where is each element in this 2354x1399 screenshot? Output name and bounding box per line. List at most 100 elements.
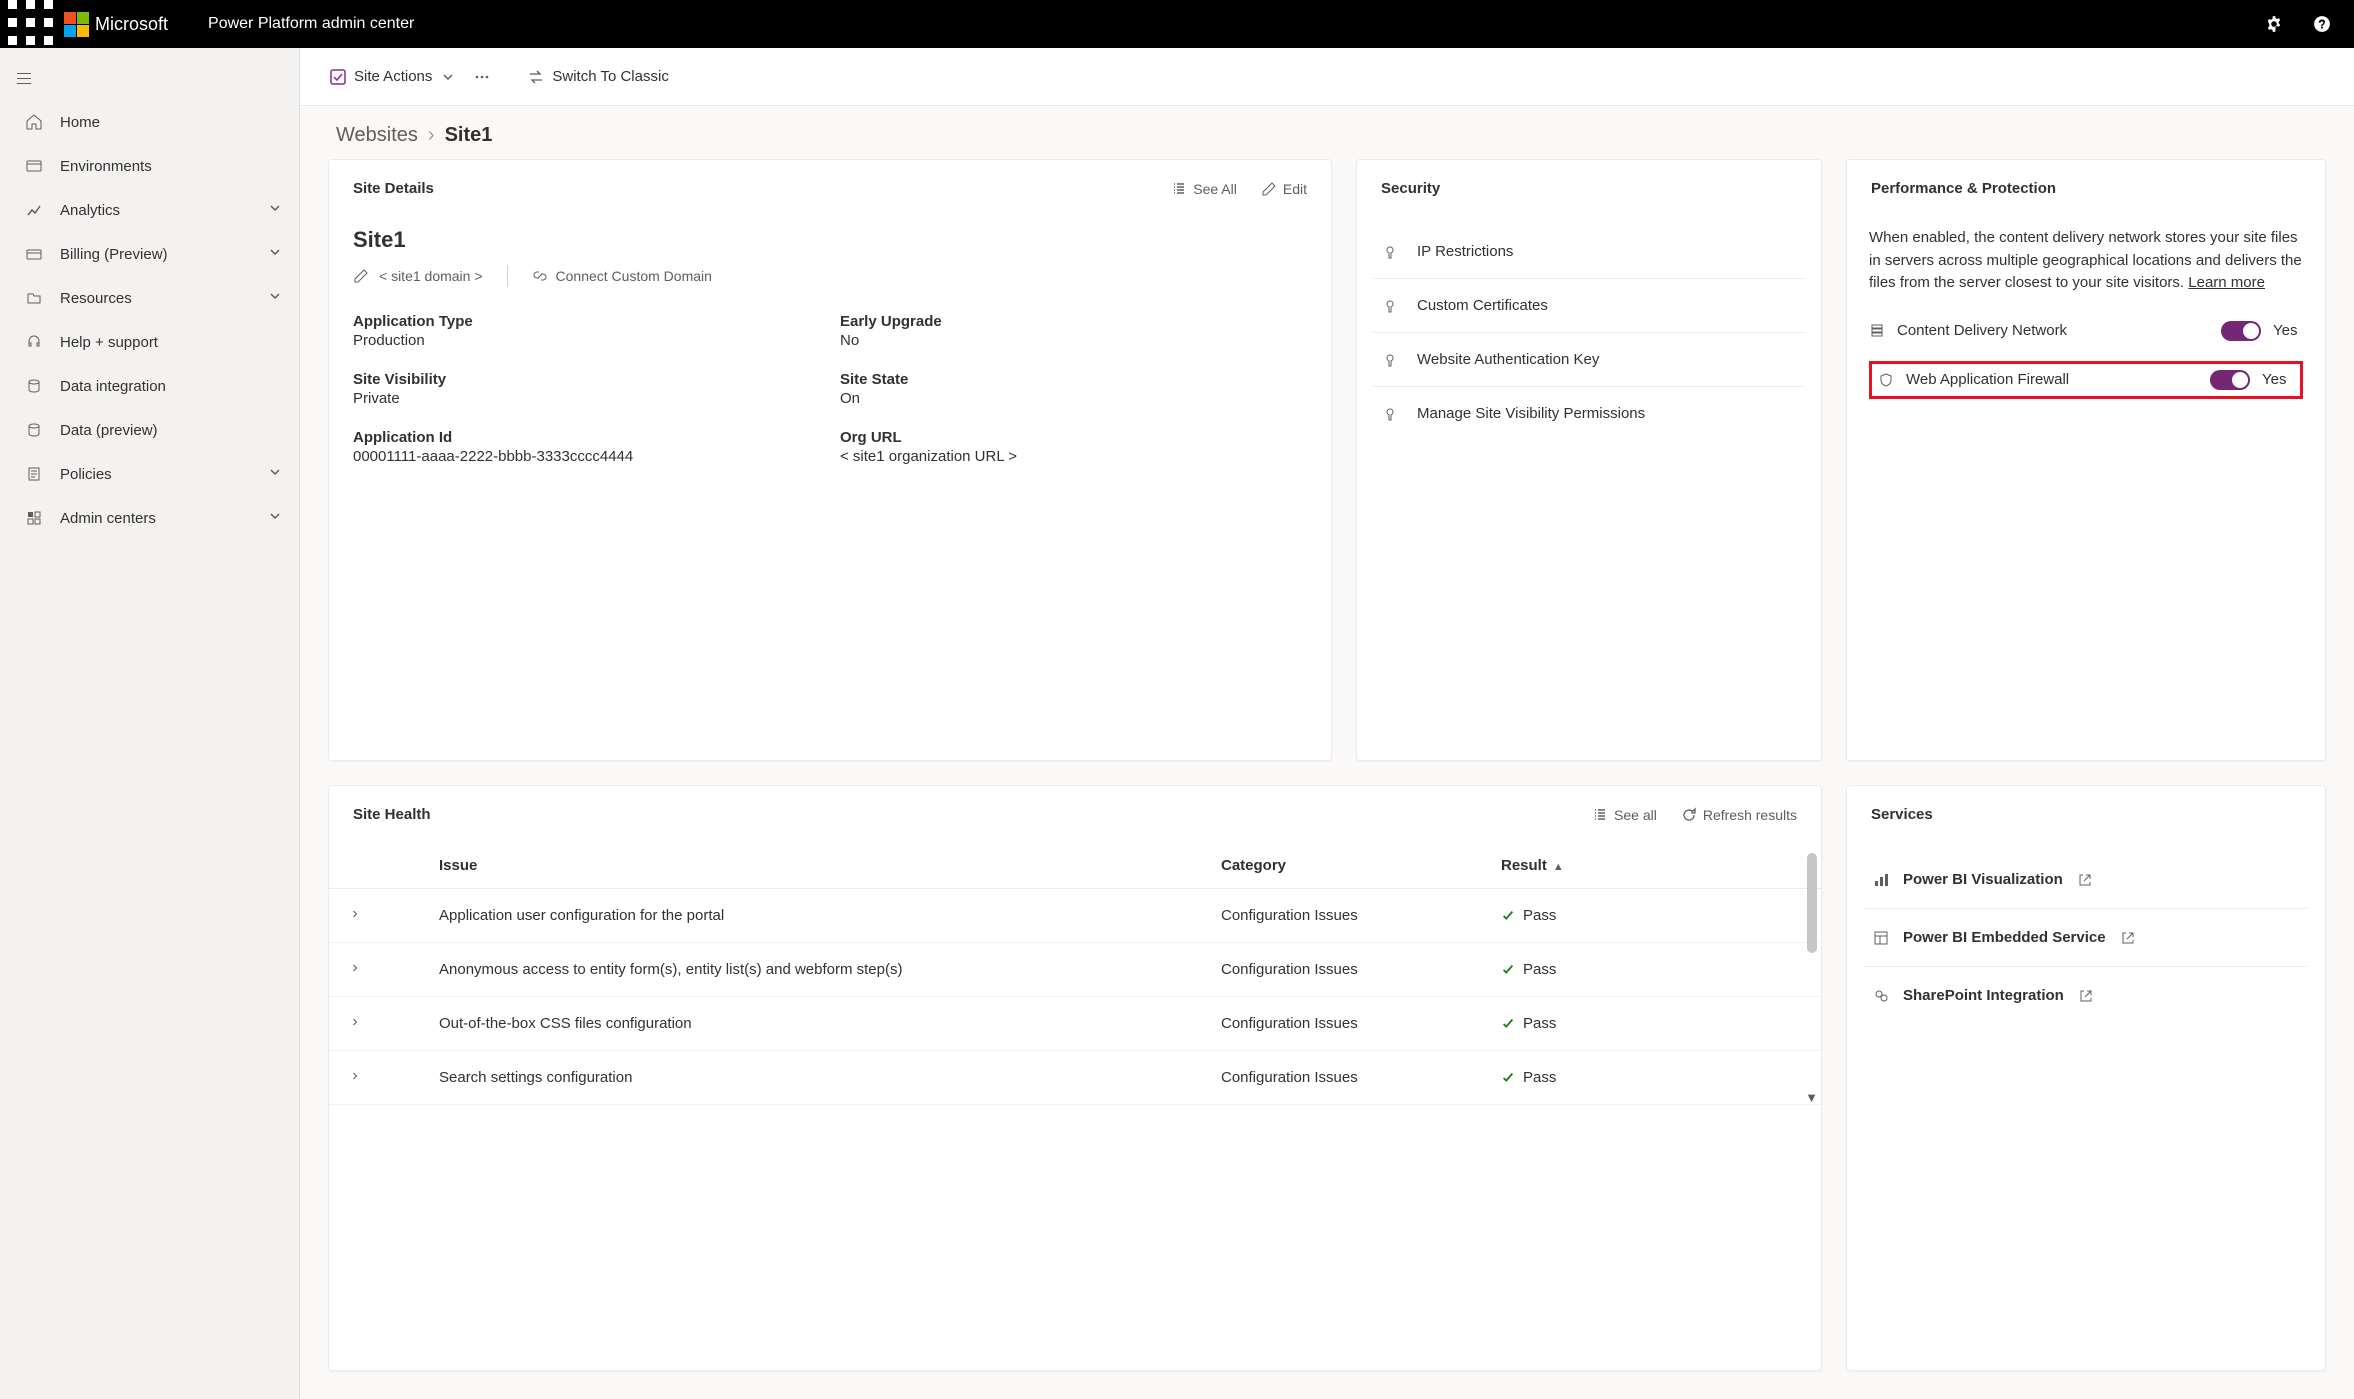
cdn-row: Content Delivery Network Yes (1869, 321, 2303, 341)
hamburger-icon[interactable] (0, 56, 48, 100)
org-url-value: < site1 organization URL > (840, 448, 1307, 465)
table-row[interactable]: Application user configuration for the p… (329, 889, 1821, 943)
site-name: Site1 (353, 227, 1307, 253)
more-icon (474, 69, 490, 85)
sidebar-item-data-integration[interactable]: Data integration (0, 364, 299, 408)
app-launcher-icon[interactable] (8, 0, 56, 48)
see-all-link[interactable]: See All (1171, 181, 1237, 197)
data-icon (24, 420, 44, 440)
table-row[interactable]: Out-of-the-box CSS files configuration C… (329, 997, 1821, 1051)
service-item-sharepoint[interactable]: SharePoint Integration (1865, 967, 2307, 1024)
col-result[interactable]: Result▲ (1501, 857, 1801, 874)
data-integration-icon (24, 376, 44, 396)
issue-cell: Anonymous access to entity form(s), enti… (439, 961, 1221, 978)
breadcrumb-parent[interactable]: Websites (336, 124, 418, 147)
popout-icon (2077, 872, 2093, 888)
chevron-down-icon (267, 508, 283, 528)
sidebar-item-label: Data (preview) (60, 422, 158, 439)
security-item-visibility-perms[interactable]: Manage Site Visibility Permissions (1373, 387, 1805, 440)
check-icon (1501, 1071, 1515, 1085)
link-icon (532, 268, 548, 284)
chevron-down-icon (267, 464, 283, 484)
org-url-label: Org URL (840, 429, 1307, 446)
col-category[interactable]: Category (1221, 857, 1501, 874)
check-icon (1501, 1017, 1515, 1031)
security-item-auth-key[interactable]: Website Authentication Key (1373, 333, 1805, 387)
home-icon (24, 112, 44, 132)
refresh-link[interactable]: Refresh results (1681, 807, 1797, 823)
breadcrumb-current: Site1 (445, 124, 493, 147)
expand-icon[interactable] (349, 1069, 439, 1086)
sidebar-item-analytics[interactable]: Analytics (0, 188, 299, 232)
expand-icon[interactable] (349, 1015, 439, 1032)
sidebar-item-label: Admin centers (60, 510, 156, 527)
service-item-powerbi-embedded[interactable]: Power BI Embedded Service (1865, 909, 2307, 967)
waf-highlight: Web Application Firewall Yes (1869, 361, 2303, 399)
swap-icon (528, 69, 544, 85)
waf-label: Web Application Firewall (1906, 371, 2198, 388)
state-value: On (840, 390, 1307, 407)
app-header: Microsoft Power Platform admin center (0, 0, 2354, 48)
switch-classic-button[interactable]: Switch To Classic (528, 68, 668, 85)
health-table: Issue Category Result▲ Application user … (329, 843, 1821, 1105)
chevron-down-icon (267, 200, 283, 220)
edit-icon (1261, 181, 1277, 197)
category-cell: Configuration Issues (1221, 1015, 1501, 1032)
sidebar: Home Environments Analytics Billing (Pre… (0, 48, 300, 1399)
sidebar-item-admin-centers[interactable]: Admin centers (0, 496, 299, 540)
sort-asc-icon: ▲ (1553, 861, 1564, 873)
sidebar-item-billing[interactable]: Billing (Preview) (0, 232, 299, 276)
wrench-icon (1383, 406, 1399, 422)
sidebar-item-resources[interactable]: Resources (0, 276, 299, 320)
sidebar-item-home[interactable]: Home (0, 100, 299, 144)
sidebar-item-environments[interactable]: Environments (0, 144, 299, 188)
scroll-down-icon[interactable]: ▼ (1805, 1090, 1818, 1105)
table-row[interactable]: Anonymous access to entity form(s), enti… (329, 943, 1821, 997)
table-row[interactable]: Search settings configuration Configurat… (329, 1051, 1821, 1105)
site-domain-value[interactable]: < site1 domain > (379, 268, 483, 284)
category-cell: Configuration Issues (1221, 1069, 1501, 1086)
help-icon[interactable] (2298, 0, 2346, 48)
sidebar-item-label: Home (60, 114, 100, 131)
edit-link[interactable]: Edit (1261, 181, 1307, 197)
site-actions-label: Site Actions (354, 68, 432, 85)
performance-title: Performance & Protection (1871, 180, 2056, 197)
result-cell: Pass (1523, 907, 1556, 924)
billing-icon (24, 244, 44, 264)
see-all-link[interactable]: See all (1592, 807, 1657, 823)
category-cell: Configuration Issues (1221, 961, 1501, 978)
cdn-state: Yes (2273, 322, 2303, 339)
sidebar-item-help[interactable]: Help + support (0, 320, 299, 364)
col-issue[interactable]: Issue (439, 857, 1221, 874)
analytics-icon (24, 200, 44, 220)
table-header: Issue Category Result▲ (329, 843, 1821, 889)
settings-icon[interactable] (2250, 0, 2298, 48)
expand-icon[interactable] (349, 907, 439, 924)
issue-cell: Out-of-the-box CSS files configuration (439, 1015, 1221, 1032)
performance-card: Performance & Protection When enabled, t… (1846, 159, 2326, 761)
scrollbar[interactable] (1807, 853, 1817, 953)
cdn-toggle[interactable] (2221, 321, 2261, 341)
more-actions-button[interactable] (474, 69, 490, 85)
cdn-icon (1869, 323, 1885, 339)
waf-toggle[interactable] (2210, 370, 2250, 390)
service-item-powerbi-viz[interactable]: Power BI Visualization (1865, 851, 2307, 909)
dashboard-icon (1873, 930, 1889, 946)
site-actions-button[interactable]: Site Actions (330, 68, 456, 85)
category-cell: Configuration Issues (1221, 907, 1501, 924)
sidebar-item-data-preview[interactable]: Data (preview) (0, 408, 299, 452)
sidebar-item-label: Resources (60, 290, 132, 307)
security-item-certs[interactable]: Custom Certificates (1373, 279, 1805, 333)
sidebar-item-policies[interactable]: Policies (0, 452, 299, 496)
learn-more-link[interactable]: Learn more (2188, 274, 2265, 291)
expand-icon[interactable] (349, 961, 439, 978)
app-type-value: Production (353, 332, 820, 349)
security-item-ip[interactable]: IP Restrictions (1373, 225, 1805, 279)
connect-custom-domain-link[interactable]: Connect Custom Domain (532, 268, 712, 284)
issue-cell: Search settings configuration (439, 1069, 1221, 1086)
performance-description: When enabled, the content delivery netwo… (1869, 227, 2303, 295)
sidebar-item-label: Data integration (60, 378, 166, 395)
check-icon (1501, 963, 1515, 977)
app-id-label: Application Id (353, 429, 820, 446)
sharepoint-icon (1873, 988, 1889, 1004)
